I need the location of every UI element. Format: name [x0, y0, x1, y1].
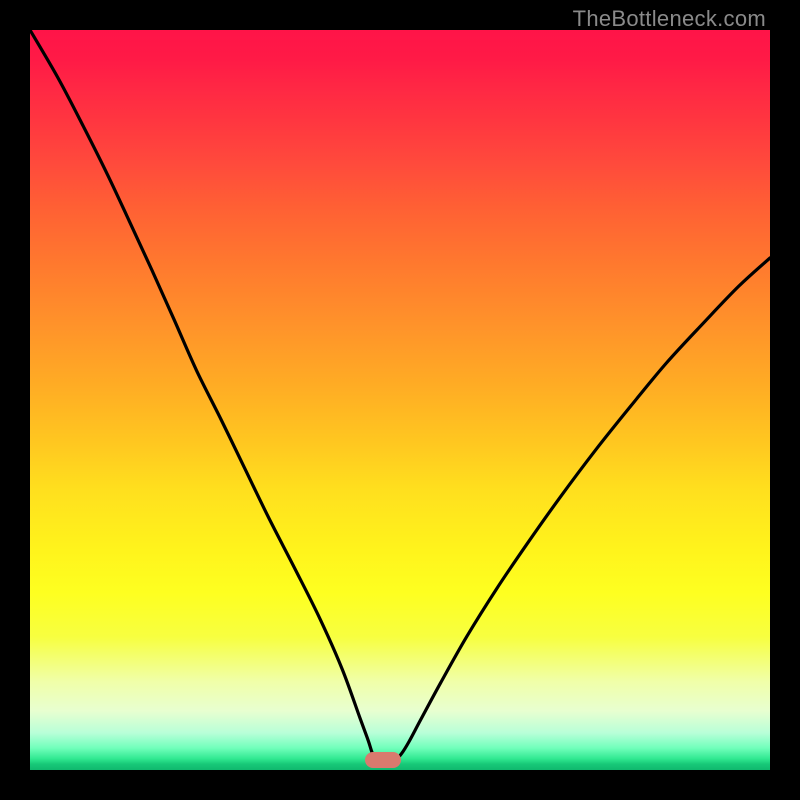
optimal-marker: [365, 752, 401, 768]
curve-svg: [30, 30, 770, 770]
plot-area: [30, 30, 770, 770]
chart-frame: TheBottleneck.com: [0, 0, 800, 800]
bottleneck-curve: [30, 30, 770, 760]
watermark-text: TheBottleneck.com: [573, 6, 766, 32]
